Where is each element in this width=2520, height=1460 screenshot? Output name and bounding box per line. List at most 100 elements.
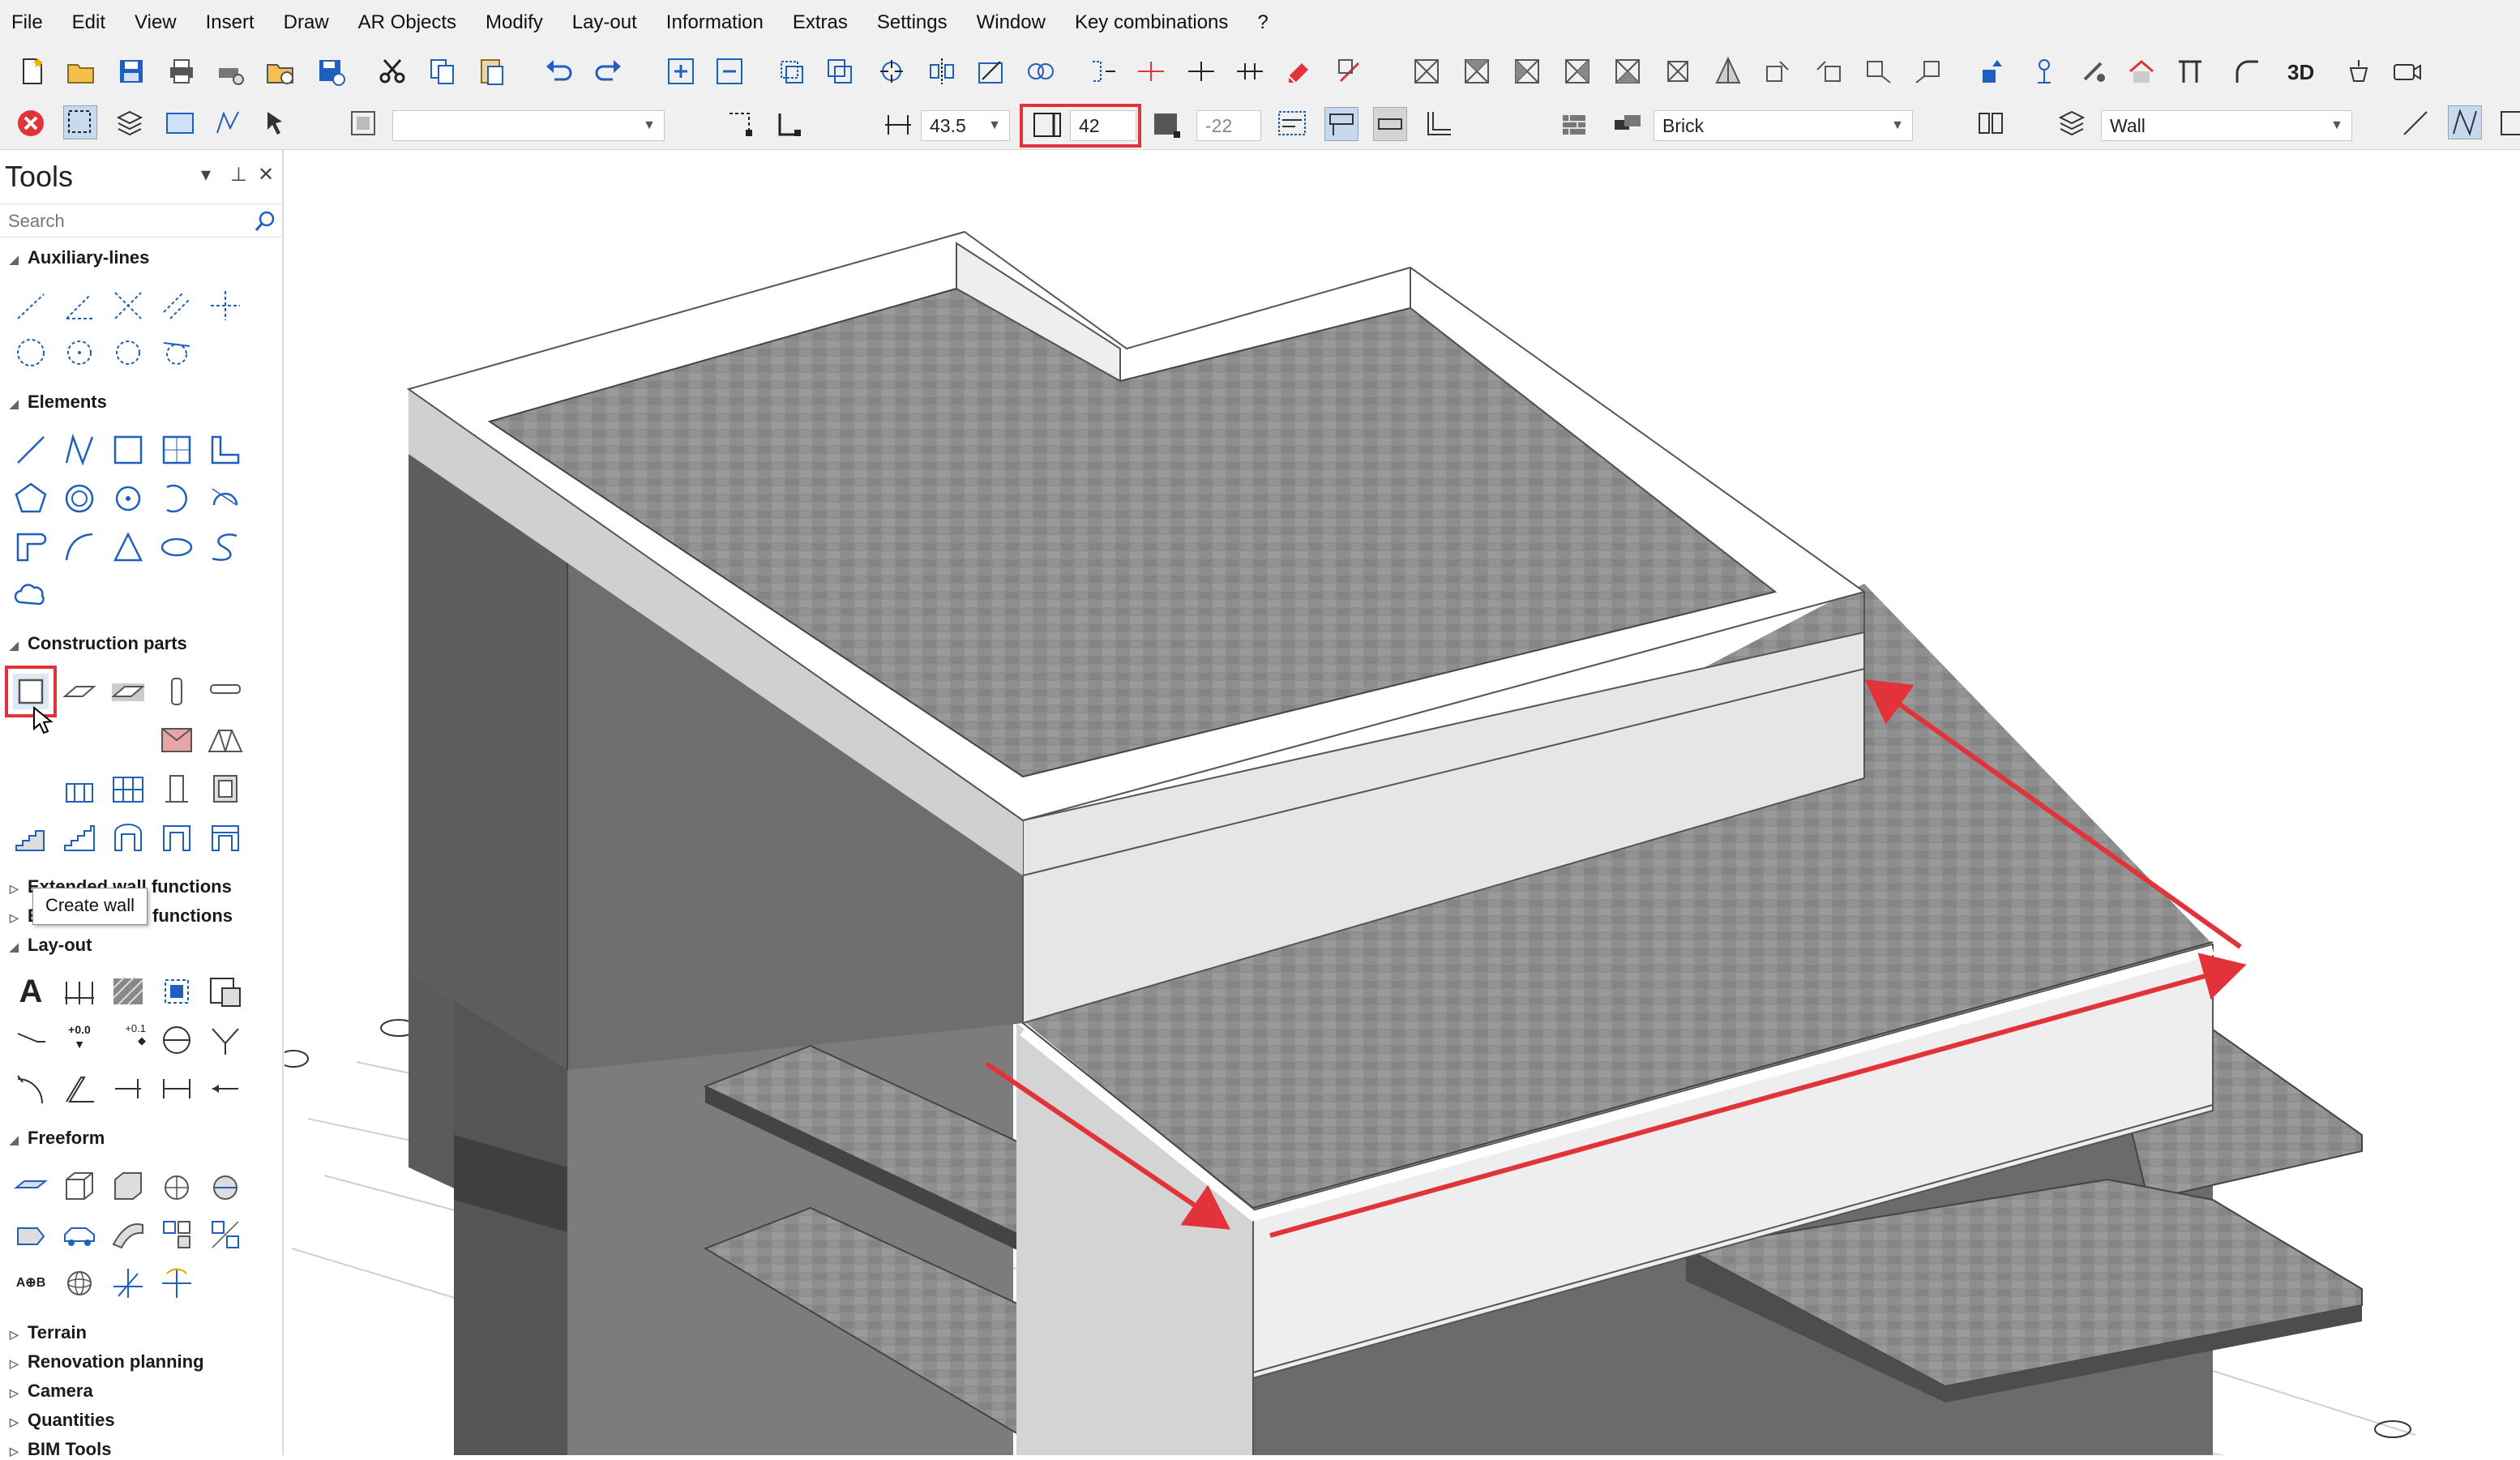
menu-file[interactable]: File <box>11 11 43 34</box>
brick-icon[interactable] <box>1611 107 1644 139</box>
wall-center-icon[interactable] <box>1324 107 1358 141</box>
polygon-icon[interactable] <box>13 481 49 516</box>
view-bottom-icon[interactable] <box>1662 55 1694 88</box>
section-renovation-planning[interactable]: ▷ Renovation planning <box>10 1351 204 1372</box>
panel-menu-icon[interactable]: ▾ <box>201 163 211 186</box>
aux-intersection-icon[interactable] <box>110 288 146 323</box>
aux-circle-center-icon[interactable] <box>62 335 97 370</box>
stretch-icon[interactable] <box>974 55 1007 88</box>
polyline-active-icon[interactable] <box>2448 105 2482 139</box>
drawing-frame-icon[interactable] <box>164 107 196 139</box>
menu-insert[interactable]: Insert <box>206 11 255 34</box>
triangle-icon[interactable] <box>110 529 146 565</box>
aux-circle-3pt-icon[interactable] <box>110 335 146 370</box>
rectangle-icon[interactable] <box>110 432 146 468</box>
element-type-select[interactable]: Wall ▼ <box>2101 110 2352 141</box>
move-3d-icon[interactable] <box>110 1265 146 1301</box>
window-icon[interactable] <box>159 722 195 758</box>
open-folder-icon[interactable] <box>65 55 97 88</box>
beam-icon[interactable] <box>208 674 243 709</box>
section-freeform[interactable]: ◢ Freeform <box>10 1128 105 1149</box>
stair-straight-icon[interactable] <box>62 820 97 855</box>
polyline-icon[interactable] <box>62 432 97 468</box>
slab-icon[interactable] <box>62 674 97 709</box>
rectangle-points-icon[interactable] <box>159 432 195 468</box>
redo-icon[interactable] <box>592 55 624 88</box>
arc-tangent-icon[interactable] <box>208 481 243 516</box>
cut-icon[interactable] <box>376 55 409 88</box>
north-arrow-icon[interactable] <box>159 1022 195 1058</box>
wall-right-icon[interactable] <box>1373 107 1407 141</box>
menu-view[interactable]: View <box>135 11 177 34</box>
section-layout[interactable]: ◢ Lay-out <box>10 935 92 956</box>
copy-element-icon[interactable] <box>824 55 856 88</box>
search-icon[interactable] <box>253 209 277 233</box>
menu-settings[interactable]: Settings <box>877 11 948 34</box>
arch-opening-icon[interactable] <box>110 820 146 855</box>
paint-icon[interactable] <box>2077 55 2109 88</box>
thickness-icon[interactable] <box>882 109 914 141</box>
box-subtract-icon[interactable] <box>110 1168 146 1204</box>
line-icon[interactable] <box>13 432 49 468</box>
arc-icon[interactable] <box>2231 55 2263 88</box>
door-icon[interactable] <box>159 771 195 807</box>
select-box-icon[interactable] <box>63 105 97 139</box>
gate-icon[interactable] <box>208 820 243 855</box>
view-left-icon[interactable] <box>1511 55 1543 88</box>
text-tool[interactable]: A <box>13 974 49 1009</box>
niche-icon[interactable] <box>208 771 243 807</box>
section-elements[interactable]: ◢ Elements <box>10 392 107 413</box>
arc-3pt-icon[interactable] <box>159 481 195 516</box>
split-line-icon[interactable] <box>1135 55 1167 88</box>
sum-opening-icon[interactable] <box>159 820 195 855</box>
wall-left-icon[interactable] <box>1276 107 1308 139</box>
pin-icon[interactable]: ⊥ <box>230 163 247 186</box>
menu-ar-objects[interactable]: AR Objects <box>358 11 456 34</box>
chain-dimension-icon[interactable] <box>159 1071 195 1107</box>
light-icon[interactable] <box>2342 55 2375 88</box>
l-shape-icon[interactable] <box>208 432 243 468</box>
section-auxiliary-lines[interactable]: ◢ Auxiliary-lines <box>10 247 149 268</box>
rectangle-mode-icon[interactable] <box>2496 107 2520 139</box>
leader-line-icon[interactable] <box>13 1022 49 1058</box>
3d-viewport[interactable] <box>285 150 2520 1455</box>
save-as-icon[interactable] <box>314 55 347 88</box>
undo-icon[interactable] <box>543 55 575 88</box>
layers-icon[interactable] <box>113 107 146 139</box>
menu-key-combinations[interactable]: Key combinations <box>1075 11 1228 34</box>
iso-view-nw-icon[interactable] <box>1913 55 1945 88</box>
angle-dimension-icon[interactable] <box>208 1022 243 1058</box>
save-icon[interactable] <box>115 55 148 88</box>
modify-point-icon[interactable] <box>1334 55 1367 88</box>
aux-line-icon[interactable] <box>13 288 49 323</box>
element-layers-icon[interactable] <box>2056 107 2088 139</box>
dimension-icon[interactable] <box>62 974 97 1009</box>
hatch-icon[interactable] <box>110 974 146 1009</box>
plot-icon[interactable] <box>214 55 246 88</box>
fillet-shape-icon[interactable] <box>13 529 49 565</box>
menu-layout[interactable]: Lay-out <box>572 11 637 34</box>
ellipse-icon[interactable] <box>159 529 195 565</box>
wall-corner-icon[interactable] <box>1422 107 1454 139</box>
perspective-icon[interactable] <box>1712 55 1744 88</box>
copy-icon[interactable] <box>426 55 459 88</box>
cloud-icon[interactable] <box>13 578 49 614</box>
mirror-icon[interactable] <box>926 55 958 88</box>
loft-icon[interactable] <box>110 1217 146 1252</box>
section-construction-parts[interactable]: ◢ Construction parts <box>10 633 187 654</box>
wall-opening-icon[interactable] <box>62 771 97 807</box>
rotate-3d-icon[interactable] <box>159 1265 195 1301</box>
menu-information[interactable]: Information <box>666 11 764 34</box>
zoom-in-icon[interactable] <box>665 55 697 88</box>
sphere-cut-icon[interactable] <box>208 1168 243 1204</box>
roof-slab-icon[interactable] <box>110 674 146 709</box>
trim-icon[interactable] <box>1086 55 1119 88</box>
car-body-icon[interactable] <box>62 1217 97 1252</box>
aux-circle-icon[interactable] <box>13 335 49 370</box>
menu-extras[interactable]: Extras <box>793 11 848 34</box>
roof-icon[interactable] <box>208 722 243 758</box>
3d-view-button[interactable]: 3D <box>2287 60 2314 85</box>
split-view-icon[interactable] <box>1974 107 2007 139</box>
open-project-icon[interactable] <box>264 55 297 88</box>
box-icon[interactable] <box>62 1168 97 1204</box>
